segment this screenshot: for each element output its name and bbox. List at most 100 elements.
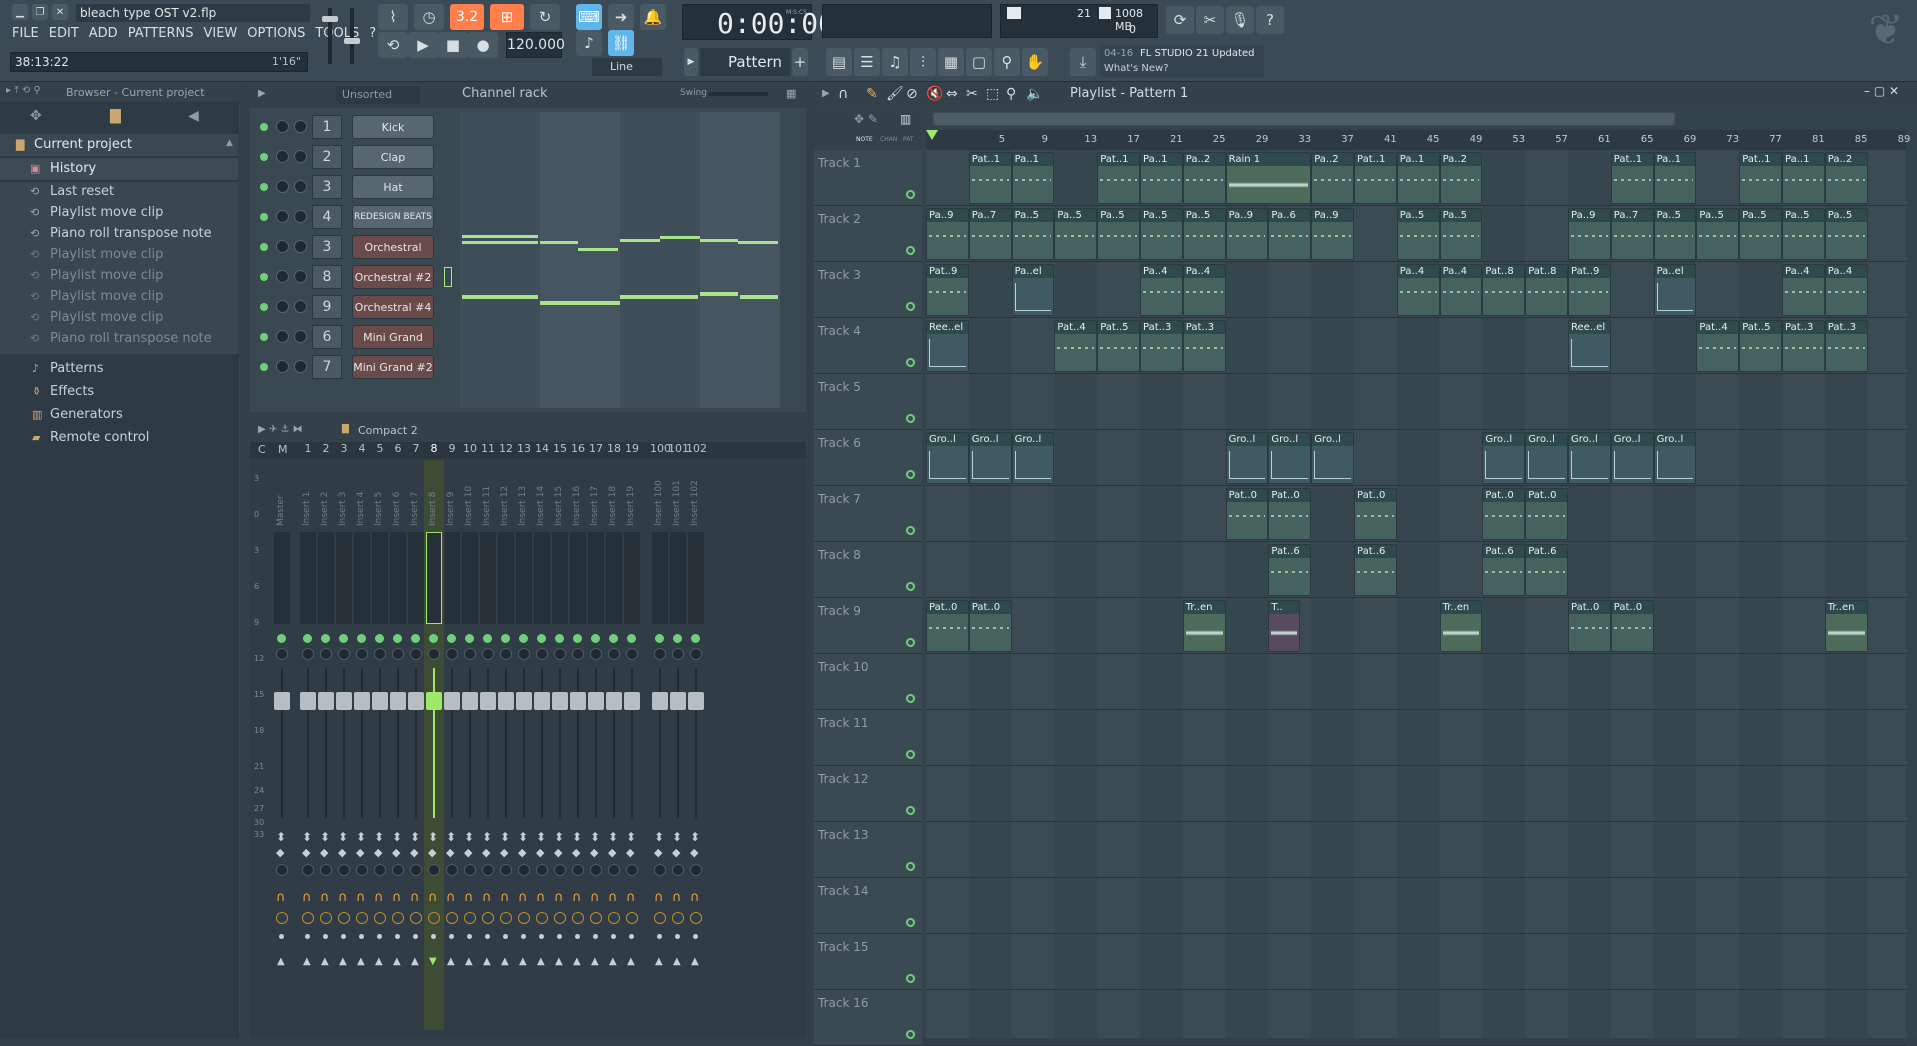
strip-enable-led[interactable] <box>573 634 582 643</box>
playlist-clip[interactable]: Pa..2 <box>1311 152 1354 204</box>
strip-enable-led[interactable] <box>555 634 564 643</box>
playlist-clip[interactable]: Pat..6 <box>1354 544 1397 596</box>
mode-note[interactable]: NOTE <box>856 136 873 143</box>
master-pitch-handle[interactable] <box>344 38 360 44</box>
link-icon[interactable]: ⛓ <box>608 30 634 56</box>
swap-icon[interactable]: ◆ <box>446 846 454 859</box>
route-arrow-icon[interactable]: ▲ <box>501 956 509 967</box>
close-icon[interactable]: ✕ <box>52 4 68 20</box>
mute-led[interactable] <box>260 213 268 221</box>
pan-knob[interactable] <box>536 648 548 660</box>
fx-slot-knob[interactable] <box>482 864 494 876</box>
track-mute-led[interactable] <box>906 414 915 423</box>
stereo-icon[interactable]: ⬍ <box>608 830 618 844</box>
pan-knob[interactable] <box>590 648 602 660</box>
fader-track[interactable] <box>307 668 309 818</box>
track-mute-led[interactable] <box>906 302 915 311</box>
playlist-clip[interactable]: Pat..6 <box>1268 544 1312 596</box>
menu-options[interactable]: OPTIONS <box>247 26 305 41</box>
strip-enable-led[interactable] <box>277 634 286 643</box>
menu-add[interactable]: ADD <box>89 26 118 41</box>
route-arrow-icon[interactable]: ▲ <box>393 956 401 967</box>
track-header[interactable]: Track 3 <box>814 262 922 318</box>
track-header[interactable]: Track 14 <box>814 878 922 934</box>
playlist-clip[interactable]: Pa..5 <box>1782 208 1825 260</box>
mixer-strip[interactable]: 19 Insert 19 ⬍ ◆ ∩ ▲ <box>622 442 642 1030</box>
playlist-clip[interactable]: Tr..en <box>1824 600 1868 652</box>
route-arrow-icon[interactable]: ▲ <box>483 956 491 967</box>
track-lane[interactable] <box>926 821 1906 822</box>
mixer-strip[interactable]: 10 Insert 10 ⬍ ◆ ∩ ▲ <box>460 442 480 1030</box>
song-position-display[interactable]: 0:00:00 M:S:CS <box>682 4 835 40</box>
stereo-icon[interactable]: ⬍ <box>428 830 438 844</box>
browser-folder-effects[interactable]: ⚱ Effects <box>0 381 238 403</box>
fx-slot-knob[interactable] <box>690 864 702 876</box>
strip-enable-led[interactable] <box>429 634 438 643</box>
playlist-clip[interactable]: Pa..4 <box>1782 264 1825 316</box>
mixer-strip[interactable]: 9 Insert 9 ⬍ ◆ ∩ ▲ <box>442 442 462 1030</box>
volume-knob[interactable] <box>294 150 307 163</box>
menu-edit[interactable]: EDIT <box>49 26 79 41</box>
channel-button[interactable]: Kick <box>352 115 434 139</box>
playlist-clip[interactable]: Pat..1 <box>1097 152 1140 204</box>
fader-track[interactable] <box>487 668 489 818</box>
stereo-icon[interactable]: ⬍ <box>464 830 474 844</box>
record-arm-icon[interactable]: ∩ <box>672 890 682 905</box>
record-arm-icon[interactable]: ∩ <box>302 890 312 905</box>
strip-enable-led[interactable] <box>483 634 492 643</box>
graph-icon[interactable]: ▦ <box>786 87 796 100</box>
swap-icon[interactable]: ◆ <box>276 846 284 859</box>
menu-patterns[interactable]: PATTERNS <box>128 26 194 41</box>
volume-fader[interactable] <box>670 692 686 710</box>
playlist-clip[interactable]: Pa..5 <box>1097 208 1140 260</box>
volume-knob[interactable] <box>294 300 307 313</box>
send-knob[interactable] <box>690 912 702 924</box>
route-dot[interactable] <box>395 934 400 939</box>
playlist-clip[interactable]: Pa..5 <box>1439 208 1483 260</box>
playlist-clip[interactable]: Pat..0 <box>1525 488 1568 540</box>
fx-slot-knob[interactable] <box>654 864 666 876</box>
fx-slot-knob[interactable] <box>320 864 332 876</box>
playlist-clip[interactable]: Pat..0 <box>1225 488 1269 540</box>
track-mute-led[interactable] <box>906 638 915 647</box>
mute-led[interactable] <box>260 333 268 341</box>
send-knob[interactable] <box>536 912 548 924</box>
track-header[interactable]: Track 2 <box>814 206 922 262</box>
playlist-clip[interactable]: Pa..5 <box>1739 208 1782 260</box>
stereo-icon[interactable]: ⬍ <box>572 830 582 844</box>
channel-rack-window-icon[interactable]: ☰ <box>854 48 880 76</box>
mute-led[interactable] <box>260 273 268 281</box>
strip-enable-led[interactable] <box>357 634 366 643</box>
mute-led[interactable] <box>260 243 268 251</box>
stereo-icon[interactable]: ⬍ <box>590 830 600 844</box>
volume-knob[interactable] <box>294 270 307 283</box>
stereo-icon[interactable]: ⬍ <box>356 830 366 844</box>
route-dot[interactable] <box>657 934 662 939</box>
playlist-clip[interactable]: Pat..0 <box>1610 600 1654 652</box>
scrollbar-handle[interactable] <box>934 113 1674 125</box>
pan-knob[interactable] <box>276 360 289 373</box>
fader-track[interactable] <box>559 668 561 818</box>
blend-notes-icon[interactable]: ⊞ <box>490 4 524 30</box>
mixer-track-selector[interactable]: 4 <box>312 205 342 229</box>
mixer-strip[interactable]: 7 Insert 7 ⬍ ◆ ∩ ▲ <box>406 442 426 1030</box>
track-lane[interactable] <box>926 485 1906 486</box>
playlist-clip[interactable]: Tr..en <box>1439 600 1483 652</box>
track-mute-led[interactable] <box>906 246 915 255</box>
swap-icon[interactable]: ◆ <box>356 846 364 859</box>
pan-knob[interactable] <box>276 180 289 193</box>
send-knob[interactable] <box>446 912 458 924</box>
pan-knob[interactable] <box>518 648 530 660</box>
pan-knob[interactable] <box>276 240 289 253</box>
playlist-clip[interactable]: Pat..0 <box>1354 488 1397 540</box>
send-knob[interactable] <box>572 912 584 924</box>
playlist-clip[interactable]: Pa..1 <box>1653 152 1697 204</box>
track-mute-led[interactable] <box>906 470 915 479</box>
track-header[interactable]: Track 5 <box>814 374 922 430</box>
send-knob[interactable] <box>392 912 404 924</box>
pan-knob[interactable] <box>276 270 289 283</box>
route-arrow-icon[interactable]: ▲ <box>411 956 419 967</box>
route-arrow-icon[interactable]: ▲ <box>609 956 617 967</box>
channel-button[interactable]: Mini Grand #2 <box>352 355 434 379</box>
mute-led[interactable] <box>260 153 268 161</box>
